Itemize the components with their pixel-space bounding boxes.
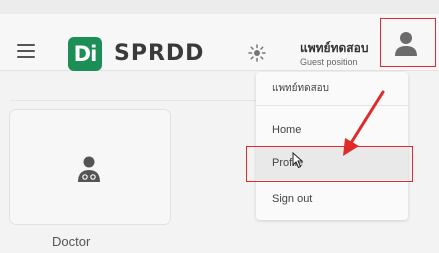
mouse-cursor-icon [292,152,304,169]
annotation-arrow [343,90,385,156]
